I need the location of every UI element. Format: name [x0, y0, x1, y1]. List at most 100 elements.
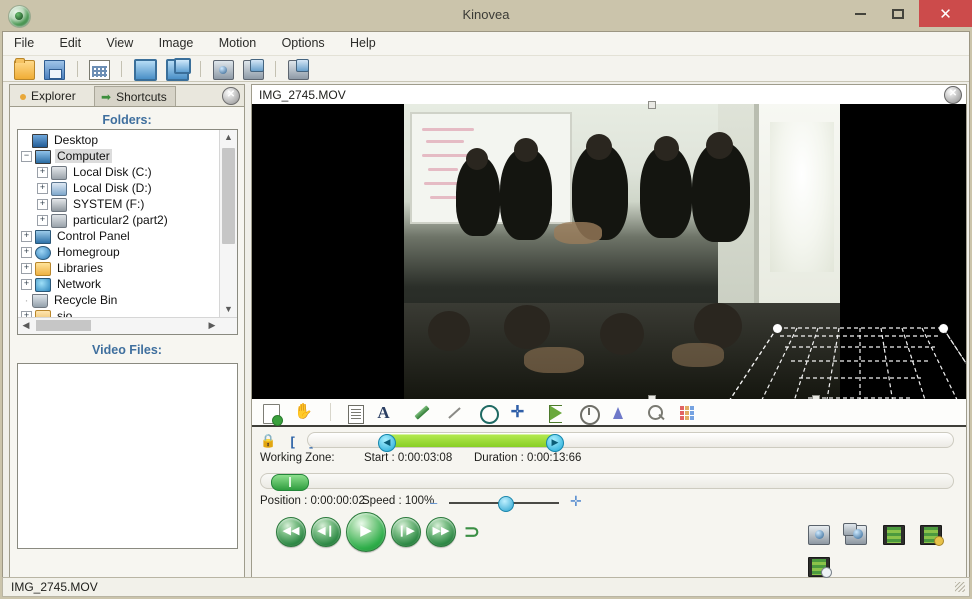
tree-node-desktop[interactable]: Desktop [21, 132, 220, 148]
tree-node-particular2[interactable]: + particular2 (part2) [21, 212, 220, 228]
circle-tool-icon[interactable] [477, 402, 500, 424]
pencil-tool-icon[interactable] [411, 402, 433, 424]
perspective-grid-tool-icon[interactable] [611, 402, 633, 424]
working-zone-track[interactable]: ◀ ▶ [307, 432, 954, 452]
scroll-down-icon[interactable]: ▼ [220, 302, 237, 318]
speed-label: Speed : 100% [362, 495, 435, 507]
expand-toggle[interactable]: + [21, 279, 32, 291]
save-slow-video-icon[interactable] [808, 557, 832, 578]
last-frame-button[interactable]: ▶▶ [426, 517, 456, 547]
position-track[interactable] [260, 473, 954, 491]
position-thumb[interactable] [271, 474, 309, 491]
save-video-with-keyimages-icon[interactable] [920, 525, 945, 546]
angle-tool-icon[interactable] [544, 402, 566, 424]
save-composite-snapshot-icon[interactable] [843, 523, 868, 545]
menu-item-motion[interactable]: Motion [208, 32, 268, 54]
tree-horizontal-scrollbar[interactable]: ◀ ▶ [18, 317, 237, 334]
minimize-button[interactable] [842, 0, 878, 27]
expand-toggle[interactable]: + [21, 263, 32, 275]
stopwatch-tool-icon[interactable] [577, 402, 601, 425]
save-video-icon[interactable] [882, 525, 905, 545]
expand-toggle[interactable]: + [21, 247, 32, 259]
two-capture-screens-icon[interactable] [243, 59, 265, 80]
expand-toggle[interactable]: + [37, 199, 48, 211]
tab-explorer[interactable]: Explorer [14, 86, 84, 106]
add-keyframe-icon[interactable] [261, 402, 283, 426]
mark-in-button[interactable]: [ [291, 434, 295, 449]
tree-node-network[interactable]: + Network [21, 276, 220, 292]
expand-toggle[interactable]: + [37, 183, 48, 195]
grid-handle-top-left[interactable] [772, 323, 782, 333]
video-frame[interactable] [252, 104, 966, 399]
explorer-close-button[interactable]: ✕ [222, 87, 240, 105]
position-section: Position : 0:00:00:02 Speed : 100% – ✛ [252, 471, 966, 512]
video-files-list[interactable] [17, 363, 238, 549]
maximize-button[interactable] [880, 0, 916, 27]
grid-handle-top-right[interactable] [938, 323, 948, 333]
expand-toggle[interactable]: + [21, 231, 32, 243]
padlock-icon[interactable]: 🔒 [260, 433, 276, 449]
line-tool-icon[interactable] [444, 402, 466, 424]
folder-tree[interactable]: Desktop − Computer + Local Disk (C:) + Loca… [17, 129, 238, 335]
tree-node-local-disk-c[interactable]: + Local Disk (C:) [21, 164, 220, 180]
tree-node-libraries[interactable]: + Libraries [21, 260, 220, 276]
scroll-left-icon[interactable]: ◀ [18, 318, 34, 333]
collapse-toggle[interactable]: − [21, 151, 32, 163]
open-folder-icon[interactable] [14, 58, 35, 80]
tree-node-control-panel[interactable]: + Control Panel [21, 228, 220, 244]
hand-pan-icon[interactable]: ✋ [294, 402, 316, 424]
speed-decrease-button[interactable]: – [430, 495, 437, 510]
resize-grip-icon[interactable] [955, 582, 965, 592]
one-player-screen-icon[interactable] [133, 59, 157, 81]
first-frame-button[interactable]: ◀◀ [276, 517, 306, 547]
comment-note-icon[interactable] [344, 402, 366, 424]
thumbnails-grid-icon[interactable] [89, 60, 111, 80]
one-capture-screen-icon[interactable] [212, 60, 234, 80]
save-snapshot-icon[interactable] [808, 525, 830, 545]
tree-node-local-disk-d[interactable]: + Local Disk (D:) [21, 180, 220, 196]
zone-end-handle[interactable]: ▶ [546, 434, 564, 452]
network-icon [35, 277, 51, 292]
tree-node-system-f[interactable]: + SYSTEM (F:) [21, 196, 220, 212]
menu-item-help[interactable]: Help [339, 32, 387, 54]
tree-node-computer[interactable]: − Computer [21, 148, 220, 164]
main-toolbar [3, 56, 969, 82]
stage-selection-mark[interactable] [648, 101, 656, 109]
zone-start-handle[interactable]: ◀ [378, 434, 396, 452]
loop-button[interactable]: ⊃ [464, 521, 480, 544]
previous-frame-button[interactable]: ◀❙ [311, 517, 341, 547]
two-player-screens-icon[interactable] [166, 58, 192, 81]
close-button[interactable]: ✕ [919, 0, 972, 27]
tree-node-recycle-bin[interactable]: · Recycle Bin [21, 292, 220, 308]
working-zone-range[interactable]: ◀ ▶ [378, 434, 564, 452]
expand-toggle[interactable]: + [37, 215, 48, 227]
tree-node-homegroup[interactable]: + Homegroup [21, 244, 220, 260]
scroll-up-icon[interactable]: ▲ [220, 130, 237, 146]
scrollbar-thumb[interactable] [36, 320, 91, 331]
scrollbar-thumb[interactable] [222, 148, 235, 244]
tree-vertical-scrollbar[interactable]: ▲ ▼ [219, 130, 237, 318]
menu-item-image[interactable]: Image [148, 32, 205, 54]
video-stage[interactable] [252, 101, 966, 403]
menu-item-edit[interactable]: Edit [49, 32, 93, 54]
tab-shortcuts[interactable]: ➡ Shortcuts [94, 86, 176, 106]
speed-increase-button[interactable]: ✛ [570, 493, 582, 510]
scroll-right-icon[interactable]: ▶ [204, 318, 220, 333]
toolbar-separator [200, 60, 202, 77]
color-palette-icon[interactable] [677, 402, 699, 424]
player-close-button[interactable]: ✕ [944, 86, 962, 104]
next-frame-button[interactable]: ❙▶ [391, 517, 421, 547]
text-tool-icon[interactable]: A [377, 402, 399, 424]
save-icon[interactable] [44, 60, 66, 80]
position-label: Position : 0:00:00:02 [260, 495, 365, 507]
expand-toggle[interactable]: + [37, 167, 48, 179]
play-button[interactable]: ▶ [346, 512, 386, 552]
menu-item-file[interactable]: File [3, 32, 45, 54]
crossmark-tool-icon[interactable]: ✛ [511, 402, 533, 424]
mixed-screens-icon[interactable] [287, 59, 309, 80]
recycle-bin-icon [32, 293, 48, 308]
menu-item-options[interactable]: Options [271, 32, 336, 54]
magnifier-tool-icon[interactable] [644, 402, 666, 424]
menu-item-view[interactable]: View [95, 32, 144, 54]
foreground-desks [404, 303, 840, 399]
